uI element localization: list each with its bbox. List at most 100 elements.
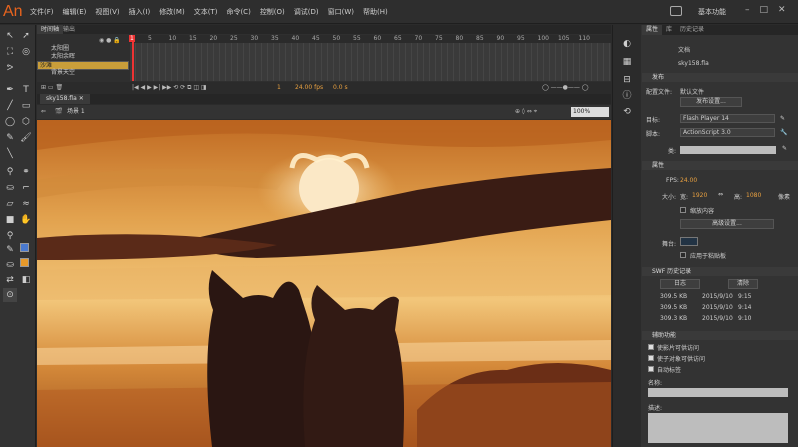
width-tool-icon[interactable]: ≈ bbox=[19, 197, 33, 211]
workspace-switcher[interactable]: 基本功能 bbox=[698, 7, 726, 17]
close-icon[interactable]: ✕ bbox=[778, 5, 786, 15]
back-arrow-icon[interactable]: ⇐ bbox=[41, 105, 46, 119]
tab-output[interactable]: 输出 bbox=[59, 25, 79, 34]
layer-row[interactable]: 太阳圈 bbox=[37, 45, 129, 52]
transform-panel-icon[interactable]: ⟲ bbox=[620, 105, 634, 119]
paint-bucket-icon[interactable]: ⛀ bbox=[3, 181, 17, 195]
swap-colors-icon[interactable]: ⇄ bbox=[3, 273, 17, 287]
menu-item[interactable]: 视图(V) bbox=[95, 7, 119, 17]
camera-tool-icon[interactable]: ■ bbox=[3, 213, 17, 227]
a11y-name-input[interactable] bbox=[648, 388, 788, 397]
default-colors-icon[interactable]: ◧ bbox=[19, 273, 33, 287]
hand-tool-icon[interactable]: ✋ bbox=[19, 213, 33, 227]
stage-color-swatch[interactable] bbox=[680, 237, 698, 246]
menu-item[interactable]: 插入(I) bbox=[129, 7, 151, 17]
menu-item[interactable]: 帮助(H) bbox=[363, 7, 388, 17]
tab-library[interactable]: 库 bbox=[662, 25, 676, 35]
target-select[interactable]: Flash Player 14 bbox=[680, 114, 775, 123]
frame-ruler[interactable]: 5 10 15 20 25 30 35 40 45 50 55 60 65 70 75 80 85 90 95 100… bbox=[130, 35, 611, 43]
swf-log-button[interactable]: 日志 bbox=[660, 279, 700, 289]
menu-item[interactable]: 窗口(W) bbox=[328, 7, 354, 17]
menu-item[interactable]: 调试(D) bbox=[294, 7, 319, 17]
zoom-tool-icon[interactable]: ⚲ bbox=[3, 229, 17, 243]
time-readout[interactable]: 0.0 s bbox=[333, 82, 348, 93]
scale-content-checkbox[interactable] bbox=[680, 207, 686, 213]
script-settings-icon[interactable]: 🔧 bbox=[780, 129, 787, 136]
rectangle-tool-icon[interactable]: ▭ bbox=[19, 99, 33, 113]
lasso-icon[interactable]: ᕗ bbox=[3, 61, 17, 75]
maximize-icon[interactable]: □ bbox=[760, 5, 769, 15]
class-edit-icon[interactable]: ✎ bbox=[782, 145, 787, 152]
section-publish[interactable]: 发布 bbox=[642, 73, 798, 82]
line-tool-icon[interactable]: ╱ bbox=[3, 99, 17, 113]
tab-history[interactable]: 历史记录 bbox=[676, 25, 708, 35]
height-value[interactable]: 1080 bbox=[746, 192, 761, 199]
info-panel-icon[interactable]: ⓘ bbox=[620, 89, 634, 103]
minimize-icon[interactable]: – bbox=[745, 5, 750, 15]
pen-tool-icon[interactable]: ✒ bbox=[3, 83, 17, 97]
menu-item[interactable]: 修改(M) bbox=[159, 7, 185, 17]
align-panel-icon[interactable]: ⊟ bbox=[620, 73, 634, 87]
selection-tool-icon[interactable]: ↖ bbox=[3, 29, 17, 43]
snap-to-objects-icon[interactable]: ⊙ bbox=[3, 288, 17, 302]
ruler-tick-label: 15 bbox=[189, 35, 197, 42]
sync-settings-icon[interactable] bbox=[670, 6, 682, 16]
brush2-tool-icon[interactable]: ╲ bbox=[3, 147, 17, 161]
stage-canvas[interactable] bbox=[37, 120, 611, 447]
free-transform-icon[interactable]: ⛶ bbox=[3, 45, 17, 59]
frame-counter[interactable]: 1 bbox=[277, 82, 281, 93]
text-tool-icon[interactable]: T bbox=[19, 83, 33, 97]
link-dimensions-icon[interactable]: ⇔ bbox=[718, 191, 723, 198]
3d-rotation-icon[interactable]: ◎ bbox=[19, 45, 33, 59]
menu-item[interactable]: 文本(T) bbox=[194, 7, 218, 17]
auto-label-checkbox[interactable] bbox=[648, 366, 654, 372]
swatches-panel-icon[interactable]: ▦ bbox=[620, 55, 634, 69]
menu-item[interactable]: 控制(O) bbox=[260, 7, 285, 17]
subselection-tool-icon[interactable]: ➚ bbox=[19, 29, 33, 43]
script-select[interactable]: ActionScript 3.0 bbox=[680, 128, 775, 137]
eyedropper-icon[interactable]: ⌐ bbox=[19, 181, 33, 195]
close-tab-icon[interactable]: ✕ bbox=[79, 95, 84, 102]
document-tab[interactable]: sky158.fla ✕ bbox=[40, 94, 90, 104]
publish-settings-button[interactable]: 发布设置... bbox=[680, 97, 742, 107]
advanced-settings-button[interactable]: 高级设置... bbox=[680, 219, 774, 229]
width-value[interactable]: 1920 bbox=[692, 192, 707, 199]
menu-item[interactable]: 编辑(E) bbox=[63, 7, 87, 17]
section-accessibility[interactable]: 辅助功能 bbox=[642, 331, 798, 340]
layer-visibility-icons[interactable]: ◉ ● 🔒 bbox=[99, 37, 121, 44]
stroke-color-icon[interactable]: ✎ bbox=[3, 243, 17, 257]
zoom-select[interactable]: 100% bbox=[571, 107, 609, 117]
stroke-color-swatch[interactable] bbox=[20, 243, 29, 252]
pencil-tool-icon[interactable]: ✎ bbox=[3, 131, 17, 145]
apply-pasteboard-checkbox[interactable] bbox=[680, 252, 686, 258]
fps-value[interactable]: 24.00 bbox=[680, 177, 697, 184]
stage-tools-icons[interactable]: ⊕ ◊ ⇔ ⌖ bbox=[515, 105, 537, 119]
fps-readout[interactable]: 24.00 fps bbox=[295, 82, 323, 93]
tab-properties[interactable]: 属性 bbox=[642, 25, 663, 35]
timeline-zoom-slider[interactable]: ◯ ——●—— ◯ bbox=[542, 82, 588, 93]
layer-row[interactable]: 背景天空 bbox=[37, 69, 129, 76]
color-panel-icon[interactable]: ◐ bbox=[620, 37, 634, 51]
playback-controls[interactable]: |◀ ◀ ▶ ▶| ▶▶ ⟲ ⟳ ⧉ ◫ ◨ bbox=[132, 82, 207, 93]
class-input[interactable] bbox=[680, 146, 776, 154]
oval-tool-icon[interactable]: ◯ bbox=[3, 115, 17, 129]
scene-name[interactable]: 场景 1 bbox=[67, 105, 85, 119]
bind-tool-icon[interactable]: ⚭ bbox=[19, 165, 33, 179]
menu-item[interactable]: 命令(C) bbox=[226, 7, 250, 17]
fill-color-swatch[interactable] bbox=[20, 258, 29, 267]
eraser-tool-icon[interactable]: ▱ bbox=[3, 197, 17, 211]
polystar-tool-icon[interactable]: ⬡ bbox=[19, 115, 33, 129]
new-layer-icon[interactable]: ⊞ ▭ 🗑 bbox=[41, 82, 63, 93]
layer-row[interactable]: 太阳余晖 bbox=[37, 53, 129, 60]
swf-clear-button[interactable]: 清除 bbox=[728, 279, 758, 289]
section-swf-history[interactable]: SWF 历史记录 bbox=[642, 267, 798, 276]
accessible-children-checkbox[interactable] bbox=[648, 355, 654, 361]
menu-item[interactable]: 文件(F) bbox=[30, 7, 54, 17]
bone-tool-icon[interactable]: ⚲ bbox=[3, 165, 17, 179]
a11y-desc-input[interactable] bbox=[648, 413, 788, 443]
fill-color-icon[interactable]: ⛀ bbox=[3, 258, 17, 272]
target-edit-icon[interactable]: ✎ bbox=[780, 115, 785, 122]
section-properties[interactable]: 属性 bbox=[642, 161, 798, 170]
accessible-movie-checkbox[interactable] bbox=[648, 344, 654, 350]
brush-tool-icon[interactable]: 🖌 bbox=[19, 131, 33, 145]
